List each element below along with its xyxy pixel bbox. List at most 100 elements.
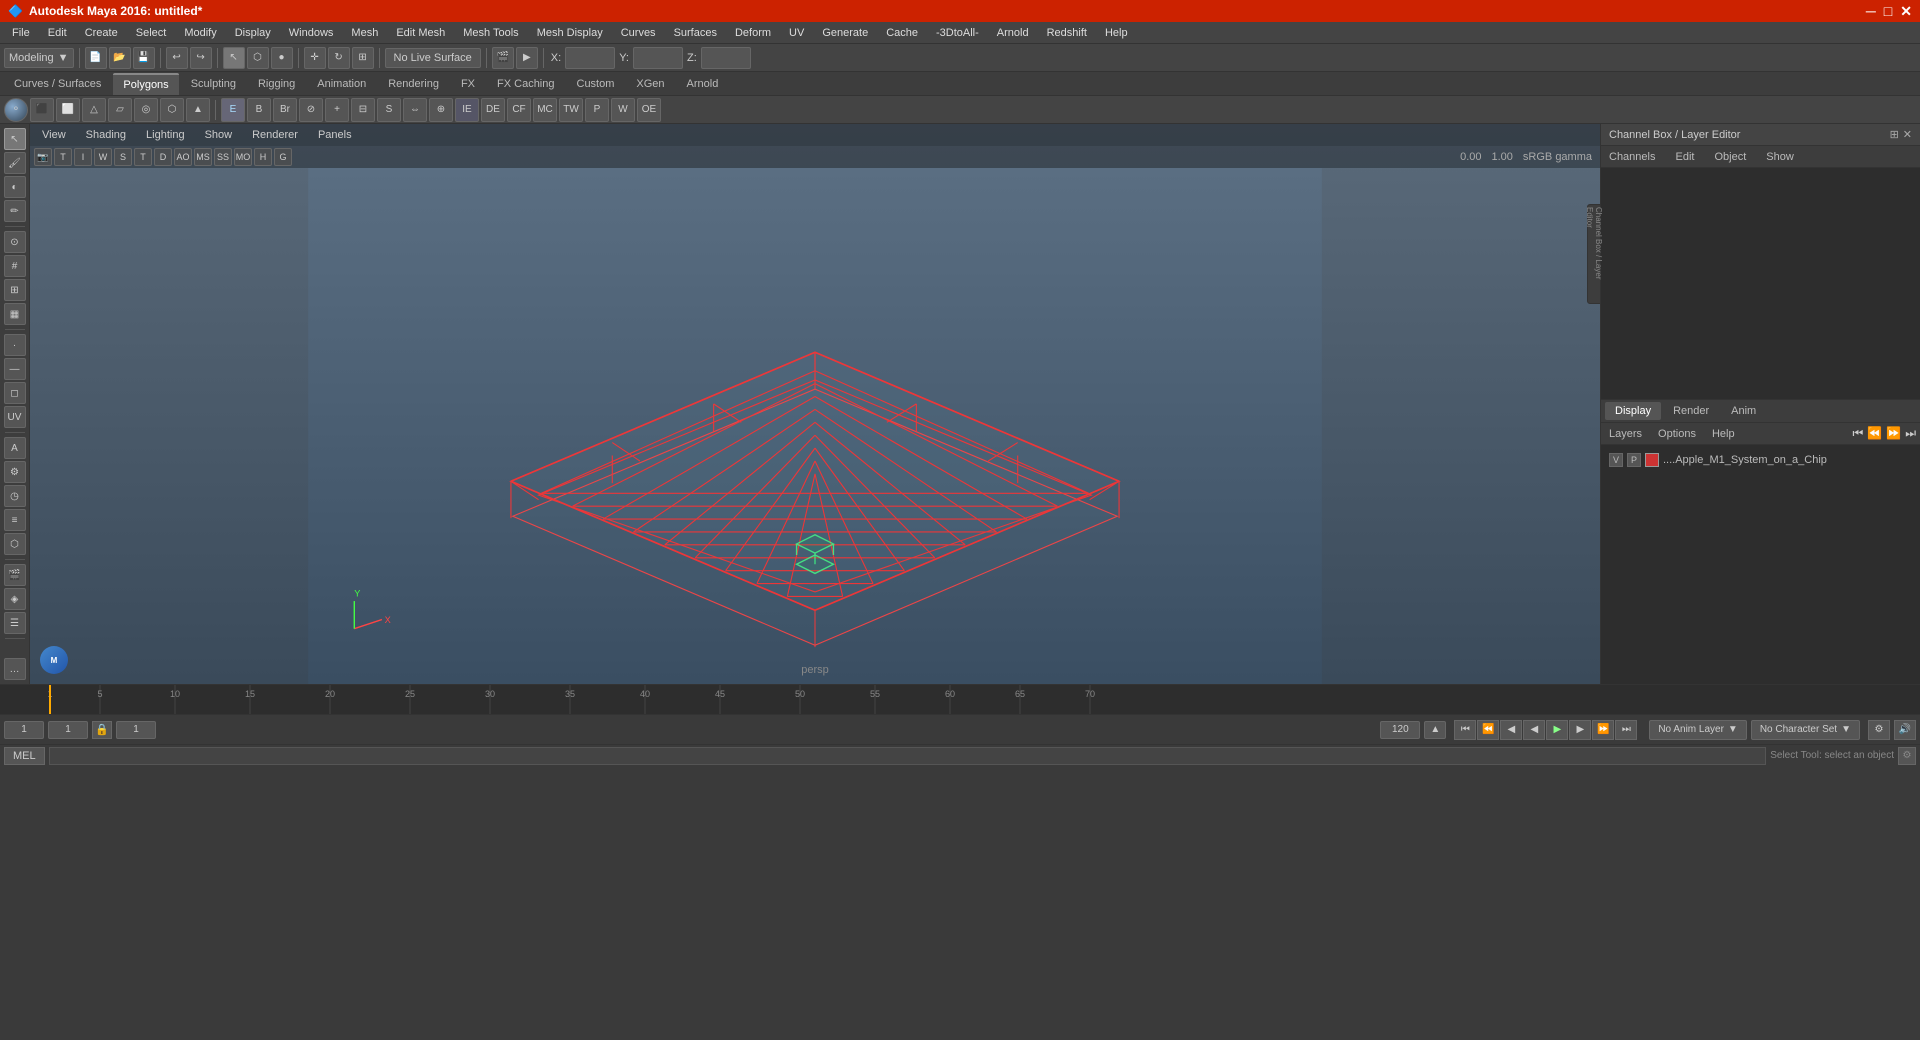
menu-curves[interactable]: Curves: [613, 25, 664, 41]
tab-sculpting[interactable]: Sculpting: [181, 73, 246, 95]
menu-redshift[interactable]: Redshift: [1039, 25, 1095, 41]
rotate-tool-button[interactable]: ↻: [328, 47, 350, 69]
next-frame-btn[interactable]: ▶: [1569, 720, 1591, 740]
dra-btn4[interactable]: ⏭: [1905, 426, 1916, 441]
display-tab[interactable]: Display: [1605, 402, 1661, 420]
menu-arnold[interactable]: Arnold: [989, 25, 1037, 41]
vp-hud-btn[interactable]: H: [254, 148, 272, 166]
audio-btn[interactable]: 🔊: [1894, 720, 1916, 740]
menu-display[interactable]: Display: [227, 25, 279, 41]
command-input[interactable]: [49, 747, 1767, 765]
menu-edit-mesh[interactable]: Edit Mesh: [388, 25, 453, 41]
mode-dropdown[interactable]: Modeling ▼: [4, 48, 74, 68]
play-back-btn[interactable]: ◀: [1523, 720, 1545, 740]
timeline-start-input[interactable]: [4, 721, 44, 739]
minimize-button[interactable]: ─: [1866, 3, 1876, 19]
show-nav[interactable]: Show: [1762, 149, 1798, 165]
channels-nav[interactable]: Channels: [1605, 149, 1659, 165]
vp-transform-btn[interactable]: T: [54, 148, 72, 166]
properties-button[interactable]: ⚙: [4, 461, 26, 483]
viewport-menu-view[interactable]: View: [38, 127, 70, 143]
tab-rigging[interactable]: Rigging: [248, 73, 305, 95]
anim-layer-dropdown[interactable]: No Anim Layer ▼: [1649, 720, 1747, 740]
move-tool-button[interactable]: ✛: [304, 47, 326, 69]
edge-mode-button[interactable]: —: [4, 358, 26, 380]
torus-tool[interactable]: ◎: [134, 98, 158, 122]
multi-cut-tool[interactable]: MC: [533, 98, 557, 122]
history-button[interactable]: ◷: [4, 485, 26, 507]
tab-rendering[interactable]: Rendering: [378, 73, 449, 95]
viewport-menu-panels[interactable]: Panels: [314, 127, 356, 143]
maximize-button[interactable]: □: [1884, 3, 1892, 19]
save-button[interactable]: 💾: [133, 47, 155, 69]
viewport-menu-show[interactable]: Show: [201, 127, 237, 143]
viewport[interactable]: View Shading Lighting Show Renderer Pane…: [30, 124, 1600, 684]
vp-mo-btn[interactable]: MO: [234, 148, 252, 166]
paint-effects-button[interactable]: ✏: [4, 200, 26, 222]
select-mode-button[interactable]: ↖: [4, 128, 26, 150]
help-nav[interactable]: Help: [1708, 426, 1739, 442]
range-end-input[interactable]: [1380, 721, 1420, 739]
cube-tool[interactable]: ⬛: [30, 98, 54, 122]
boolean-tool[interactable]: ⊕: [429, 98, 453, 122]
menu-mesh-tools[interactable]: Mesh Tools: [455, 25, 526, 41]
viewport-menu-lighting[interactable]: Lighting: [142, 127, 189, 143]
tab-animation[interactable]: Animation: [307, 73, 376, 95]
soft-select-button[interactable]: ⊙: [4, 231, 26, 253]
range-end-lock-btn[interactable]: ▲: [1424, 721, 1446, 739]
wedge-tool[interactable]: W: [611, 98, 635, 122]
dra-btn2[interactable]: ⏪: [1867, 426, 1882, 441]
mel-button[interactable]: MEL: [4, 747, 45, 765]
render-button[interactable]: 🎬: [492, 47, 514, 69]
uv-mode-button[interactable]: UV: [4, 406, 26, 428]
snap-to-grid-button[interactable]: #: [4, 255, 26, 277]
range-lock-btn[interactable]: 🔒: [92, 721, 112, 739]
select-tool-button[interactable]: ↖: [223, 47, 245, 69]
menu-uv[interactable]: UV: [781, 25, 812, 41]
cut-faces-tool[interactable]: CF: [507, 98, 531, 122]
outliner-button[interactable]: ☰: [4, 612, 26, 634]
layer-visibility-p[interactable]: P: [1627, 453, 1641, 467]
mirror-tool[interactable]: ⇔: [403, 98, 427, 122]
cylinder-tool[interactable]: ⬜: [56, 98, 80, 122]
channel-box-button[interactable]: ≡: [4, 509, 26, 531]
tab-arnold[interactable]: Arnold: [677, 73, 729, 95]
node-editor-button[interactable]: ⬡: [4, 533, 26, 555]
vp-select-camera-btn[interactable]: 📷: [34, 148, 52, 166]
tab-xgen[interactable]: XGen: [626, 73, 674, 95]
side-tab-indicator[interactable]: Channel Box / Layer Editor: [1587, 204, 1601, 304]
menu-windows[interactable]: Windows: [281, 25, 342, 41]
layer-color-swatch[interactable]: [1645, 453, 1659, 467]
viewport-menu-shading[interactable]: Shading: [82, 127, 130, 143]
vp-shaded-btn[interactable]: S: [114, 148, 132, 166]
sphere-tool[interactable]: ⚬: [4, 98, 28, 122]
channel-box-close-btn[interactable]: ✕: [1903, 128, 1912, 141]
dra-btn3[interactable]: ⏩: [1886, 426, 1901, 441]
new-scene-button[interactable]: 📄: [85, 47, 107, 69]
menu-modify[interactable]: Modify: [176, 25, 224, 41]
timeline-frame-input[interactable]: [48, 721, 88, 739]
timeline-ruler[interactable]: 1 5 10 15 20 25 30 35 40 45 50 55 60: [0, 685, 1920, 714]
redo-button[interactable]: ↪: [190, 47, 212, 69]
viewport-menu-renderer[interactable]: Renderer: [248, 127, 302, 143]
vp-isolate-btn[interactable]: I: [74, 148, 92, 166]
layer-visibility-v[interactable]: V: [1609, 453, 1623, 467]
paint-brush-button[interactable]: 🖌: [4, 152, 26, 174]
paint-select-button[interactable]: ●: [271, 47, 293, 69]
x-input[interactable]: [565, 47, 615, 69]
object-nav[interactable]: Object: [1710, 149, 1750, 165]
vp-ms-btn[interactable]: MS: [194, 148, 212, 166]
undo-button[interactable]: ↩: [166, 47, 188, 69]
menu-generate[interactable]: Generate: [814, 25, 876, 41]
menu-surfaces[interactable]: Surfaces: [666, 25, 725, 41]
sculpt-button[interactable]: ◐: [4, 176, 26, 198]
prev-frame-btn[interactable]: ◀: [1500, 720, 1522, 740]
viewport-3d[interactable]: X Y: [30, 168, 1600, 684]
tab-curves-surfaces[interactable]: Curves / Surfaces: [4, 73, 111, 95]
poke-tool[interactable]: P: [585, 98, 609, 122]
tab-polygons[interactable]: Polygons: [113, 73, 178, 95]
insert-edge-tool[interactable]: IE: [455, 98, 479, 122]
prev-keyframe-btn[interactable]: ⏪: [1477, 720, 1499, 740]
delete-edge-tool[interactable]: DE: [481, 98, 505, 122]
render-settings-button[interactable]: 🎬: [4, 564, 26, 586]
